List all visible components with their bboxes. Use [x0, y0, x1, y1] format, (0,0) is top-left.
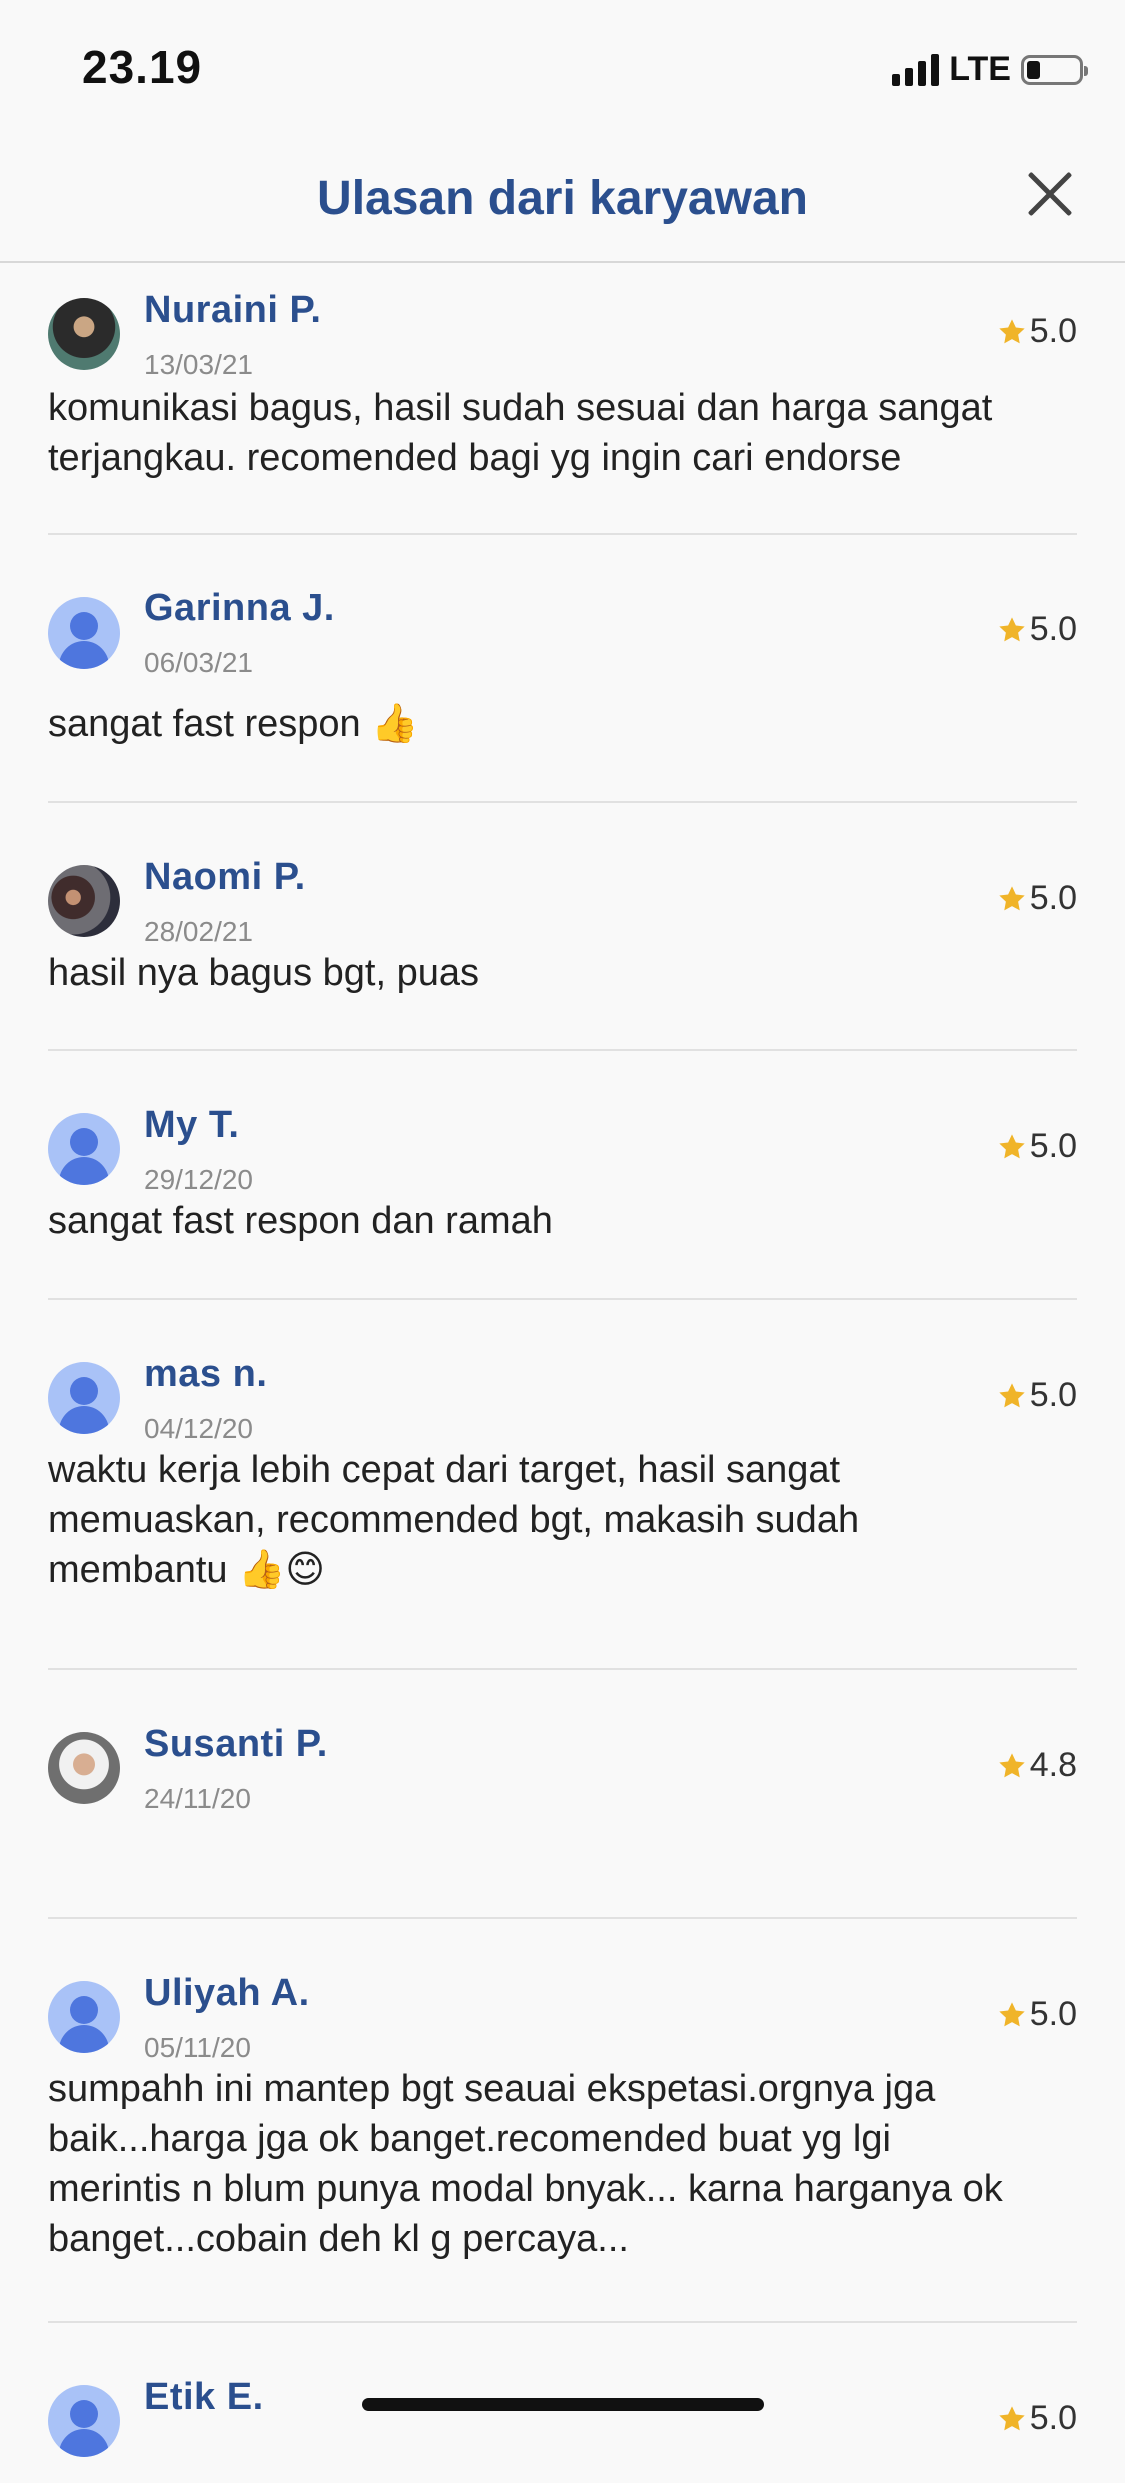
review-text: komunikasi bagus, hasil sudah sesuai dan… [48, 387, 993, 479]
review-item: Uliyah A. 05/11/20 5.0 sumpahh ini mante… [48, 1919, 1077, 2323]
rating: 5.0 [996, 610, 1077, 649]
rating-value: 5.0 [1029, 1127, 1077, 1165]
review-list: Nuraini P. 13/03/21 5.0 komunikasi bagus… [0, 263, 1125, 2483]
reviewer-name: Etik E. [144, 2376, 264, 2418]
review-item: Naomi P. 28/02/21 5.0 hasil nya bagus bg… [48, 803, 1077, 1051]
star-icon [999, 1133, 1025, 1158]
page-title: Ulasan dari karyawan [317, 172, 808, 225]
battery-level [1027, 60, 1040, 79]
review-date: 13/03/21 [144, 349, 253, 380]
review-text: waktu kerja lebih cepat dari target, has… [48, 1449, 860, 1591]
avatar [48, 2385, 120, 2457]
avatar [48, 298, 120, 370]
rating-value: 5.0 [1029, 312, 1077, 350]
battery-icon [1021, 54, 1088, 85]
status-time: 23.19 [82, 41, 203, 93]
review-date: 24/11/20 [144, 1783, 251, 1814]
star-icon [999, 318, 1025, 343]
rating: 5.0 [996, 1376, 1077, 1415]
star-icon [999, 1382, 1025, 1407]
avatar-body [59, 641, 109, 669]
close-icon[interactable] [1023, 167, 1077, 221]
avatar [48, 1732, 120, 1804]
star-icon [999, 1752, 1025, 1777]
reviewer-name: mas n. [144, 1353, 268, 1395]
review-date: 04/12/20 [144, 1413, 253, 1444]
avatar [48, 597, 120, 669]
review-item: Garinna J. 06/03/21 5.0 sangat fast resp… [48, 535, 1077, 803]
review-text: sumpahh ini mantep bgt seauai ekspetasi.… [48, 2068, 1003, 2260]
status-icons: LTE [892, 50, 1088, 89]
reviewer-name: Naomi P. [144, 856, 306, 898]
network-type: LTE [949, 50, 1011, 88]
avatar-head [70, 612, 98, 640]
review-text: hasil nya bagus bgt, puas [48, 952, 479, 994]
rating-value: 5.0 [1029, 879, 1077, 917]
star-icon [999, 885, 1025, 910]
review-date: 06/03/21 [144, 647, 253, 678]
rating-value: 5.0 [1029, 1376, 1077, 1414]
rating: 4.8 [996, 1746, 1077, 1785]
rating-value: 5.0 [1029, 610, 1077, 648]
review-text: sangat fast respon dan ramah [48, 1200, 553, 1242]
avatar-head [70, 1128, 98, 1156]
reviewer-name: Nuraini P. [144, 289, 322, 331]
avatar-body [59, 2429, 109, 2457]
star-icon [999, 2405, 1025, 2430]
reviewer-name: Garinna J. [144, 587, 335, 629]
avatar [48, 1981, 120, 2053]
rating: 5.0 [996, 312, 1077, 351]
rating-value: 4.8 [1029, 1746, 1077, 1784]
review-item: My T. 29/12/20 5.0 sangat fast respon da… [48, 1051, 1077, 1300]
avatar-body [59, 2025, 109, 2053]
avatar [48, 1362, 120, 1434]
header: Ulasan dari karyawan [0, 135, 1125, 263]
review-date: 28/02/21 [144, 916, 253, 947]
avatar-head [70, 1377, 98, 1405]
review-date: 05/11/20 [144, 2032, 251, 2063]
home-indicator[interactable] [362, 2398, 764, 2411]
review-item: Susanti P. 24/11/20 4.8 [48, 1670, 1077, 1919]
rating: 5.0 [996, 2399, 1077, 2438]
avatar-body [59, 1157, 109, 1185]
star-icon [999, 616, 1025, 641]
rating: 5.0 [996, 879, 1077, 918]
avatar [48, 1113, 120, 1185]
rating-value: 5.0 [1029, 2399, 1077, 2437]
avatar-head [70, 1996, 98, 2024]
reviewer-name: My T. [144, 1104, 240, 1146]
rating: 5.0 [996, 1995, 1077, 2034]
star-icon [999, 2001, 1025, 2026]
review-date: 29/12/20 [144, 1164, 253, 1195]
avatar [48, 865, 120, 937]
avatar-head [70, 2400, 98, 2428]
reviewer-name: Uliyah A. [144, 1972, 310, 2014]
avatar-body [59, 1406, 109, 1434]
rating-value: 5.0 [1029, 1995, 1077, 2033]
review-item: mas n. 04/12/20 5.0 waktu kerja lebih ce… [48, 1300, 1077, 1670]
review-item: Nuraini P. 13/03/21 5.0 komunikasi bagus… [48, 263, 1077, 535]
status-bar: 23.19 LTE [0, 0, 1125, 135]
review-text: sangat fast respon 👍 [48, 703, 419, 745]
signal-icon [892, 53, 940, 86]
reviewer-name: Susanti P. [144, 1723, 328, 1765]
rating: 5.0 [996, 1127, 1077, 1166]
